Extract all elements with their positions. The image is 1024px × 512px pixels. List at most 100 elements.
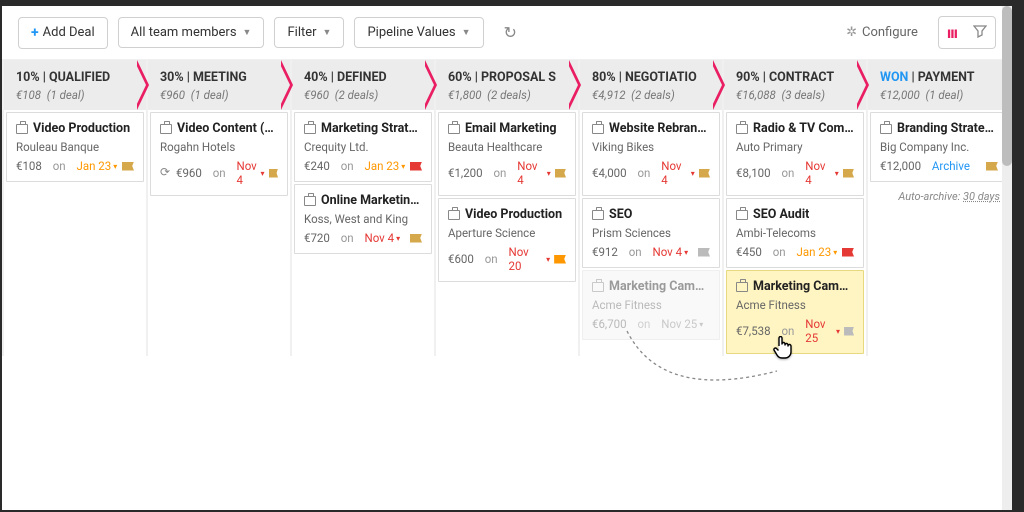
deal-value: €240 [304, 159, 330, 173]
priority-flag-icon [843, 169, 854, 178]
deal-date[interactable]: Nov 4▾ [661, 159, 694, 187]
stage-subtitle: €12,000 (1 deal) [880, 88, 998, 102]
deal-title: Branding Strategy [880, 121, 998, 136]
deal-org: Auto Primary [736, 140, 854, 154]
deal-date[interactable]: Nov 4▾ [653, 245, 689, 259]
deal-org: Aperture Science [448, 226, 566, 240]
stage-header[interactable]: 80% | NEGOTIATIO€4,912 (2 deals) [580, 60, 722, 110]
stage-header[interactable]: 90% | CONTRACT€16,088 (3 deals) [724, 60, 866, 110]
stage-cards: Branding StrategyBig Company Inc.€12,000… [868, 110, 1010, 356]
deal-card[interactable]: SEOPrism Sciences€912 on Nov 4▾ [582, 198, 720, 268]
filter-label: Filter [287, 25, 316, 40]
configure-button[interactable]: ✲Configure [846, 25, 918, 40]
deal-date[interactable]: Nov 4▾ [237, 159, 265, 187]
deal-footer: €6,700 on Nov 25▾ [592, 317, 710, 331]
refresh-button[interactable]: ↻ [494, 17, 527, 48]
stage-chevron-icon [710, 60, 730, 110]
deal-date[interactable]: Nov 4▾ [805, 159, 838, 187]
deal-title: Website Rebrandi... [592, 121, 710, 136]
priority-flag-icon [554, 255, 566, 264]
priority-flag-icon [842, 248, 854, 257]
deal-value: €108 [16, 159, 42, 173]
deal-date[interactable]: Nov 4▾ [365, 231, 401, 245]
priority-flag-icon [986, 162, 998, 171]
vertical-scrollbar[interactable] [1002, 6, 1012, 510]
deal-value: €450 [736, 245, 762, 259]
pipeline-column: 60% | PROPOSAL S€1,800 (2 deals)Email Ma… [436, 60, 578, 356]
deal-footer: €600 on Nov 20▾ [448, 245, 566, 273]
deal-date[interactable]: Jan 23▾ [365, 159, 406, 173]
briefcase-icon [592, 210, 604, 220]
stage-header[interactable]: 60% | PROPOSAL S€1,800 (2 deals) [436, 60, 578, 110]
stage-header[interactable]: 10% | QUALIFIED€108 (1 deal) [4, 60, 146, 110]
add-deal-button[interactable]: +Add Deal [18, 17, 108, 49]
pipeline-column: 40% | DEFINED€960 (2 deals)Marketing Str… [292, 60, 434, 356]
priority-flag-icon [269, 169, 278, 178]
stage-cards: Marketing StrategyCrequity Ltd.€240 on J… [292, 110, 434, 356]
priority-flag-icon [844, 327, 854, 336]
stage-cards: Website Rebrandi...Viking Bikes€4,000 on… [580, 110, 722, 356]
deal-value: €720 [304, 231, 330, 245]
team-filter-dropdown[interactable]: All team members▼ [118, 17, 265, 48]
auto-archive-days[interactable]: 30 days [963, 190, 1000, 203]
deal-date[interactable]: Nov 4▾ [517, 159, 550, 187]
deal-footer: €912 on Nov 4▾ [592, 245, 710, 259]
deal-card[interactable]: Video ProductionRouleau Banque€108 on Ja… [6, 112, 144, 182]
view-switcher: ııı [938, 16, 996, 49]
deal-card[interactable]: Video Content (M...Rogahn Hotels€960 on … [150, 112, 288, 196]
deal-card[interactable]: Website Rebrandi...Viking Bikes€4,000 on… [582, 112, 720, 196]
filter-dropdown[interactable]: Filter▼ [274, 17, 344, 48]
deal-card[interactable]: Marketing StrategyCrequity Ltd.€240 on J… [294, 112, 432, 182]
stage-chevron-icon [278, 60, 298, 110]
deal-title: SEO Audit [736, 207, 854, 222]
deal-org: Acme Fitness [736, 298, 854, 312]
deal-date[interactable]: Nov 25▾ [661, 317, 703, 331]
deal-card[interactable]: Online Marketing ...Koss, West and King€… [294, 184, 432, 254]
gear-icon: ✲ [846, 25, 857, 40]
stage-chevron-icon [422, 60, 442, 110]
deal-date[interactable]: Nov 25▾ [805, 317, 840, 345]
deal-card[interactable]: SEO AuditAmbi-Telecoms€450 on Jan 23▾ [726, 198, 864, 268]
briefcase-icon [736, 282, 748, 292]
scrollbar-thumb[interactable] [1002, 6, 1012, 166]
deal-footer: €4,000 on Nov 4▾ [592, 159, 710, 187]
deal-date[interactable]: Nov 20▾ [509, 245, 551, 273]
list-view-button[interactable] [965, 17, 995, 48]
add-deal-label: Add Deal [43, 25, 95, 40]
stage-title: 40% | DEFINED [304, 70, 422, 85]
deal-card[interactable]: Marketing Campa...Acme Fitness€7,538 on … [726, 270, 864, 354]
deal-date[interactable]: Jan 23▾ [77, 159, 118, 173]
kanban-view-button[interactable]: ııı [939, 17, 965, 48]
deal-footer: €8,100 on Nov 4▾ [736, 159, 854, 187]
stage-title: WON | PAYMENT [880, 70, 998, 85]
deal-value: €1,200 [448, 166, 483, 180]
deal-card[interactable]: Email MarketingBeauta Healthcare€1,200 o… [438, 112, 576, 196]
deal-footer: €240 on Jan 23▾ [304, 159, 422, 173]
stage-title: 80% | NEGOTIATIO [592, 70, 710, 85]
deal-title: Email Marketing [448, 121, 566, 136]
briefcase-icon [592, 282, 604, 292]
stage-header[interactable]: 30% | MEETING€960 (1 deal) [148, 60, 290, 110]
deal-card[interactable]: Video Production Aperture Science €600 on … [438, 198, 576, 282]
pipeline-values-dropdown[interactable]: Pipeline Values▼ [354, 17, 483, 48]
briefcase-icon [592, 124, 604, 134]
stage-header[interactable]: 40% | DEFINED€960 (2 deals) [292, 60, 434, 110]
deal-date[interactable]: Jan 23▾ [797, 245, 838, 259]
deal-value: €600 [448, 252, 474, 266]
deal-title: Video Production [448, 207, 566, 222]
deal-org: Ambi-Telecoms [736, 226, 854, 240]
deal-footer: €108 on Jan 23▾ [16, 159, 134, 173]
pipeline-column: WON | PAYMENT €12,000 (1 deal) Branding St… [868, 60, 1010, 356]
stage-subtitle: €960 (1 deal) [160, 88, 278, 102]
toolbar: +Add Deal All team members▼ Filter▼ Pipe… [2, 6, 1012, 60]
deal-card[interactable]: Radio & TV Comm...Auto Primary€8,100 on … [726, 112, 864, 196]
archive-link[interactable]: Archive [932, 159, 970, 173]
deal-card[interactable]: Marketing Campa...Acme Fitness€6,700 on … [582, 270, 720, 340]
chevron-down-icon: ▼ [243, 27, 252, 38]
auto-archive-note: Auto-archive: 30 days [868, 184, 1010, 209]
deal-title: Marketing Campa... [736, 279, 854, 294]
priority-flag-icon [410, 234, 422, 243]
deal-card[interactable]: Branding StrategyBig Company Inc.€12,000… [870, 112, 1008, 182]
stage-subtitle: €108 (1 deal) [16, 88, 134, 102]
stage-header[interactable]: WON | PAYMENT €12,000 (1 deal) [868, 60, 1010, 110]
